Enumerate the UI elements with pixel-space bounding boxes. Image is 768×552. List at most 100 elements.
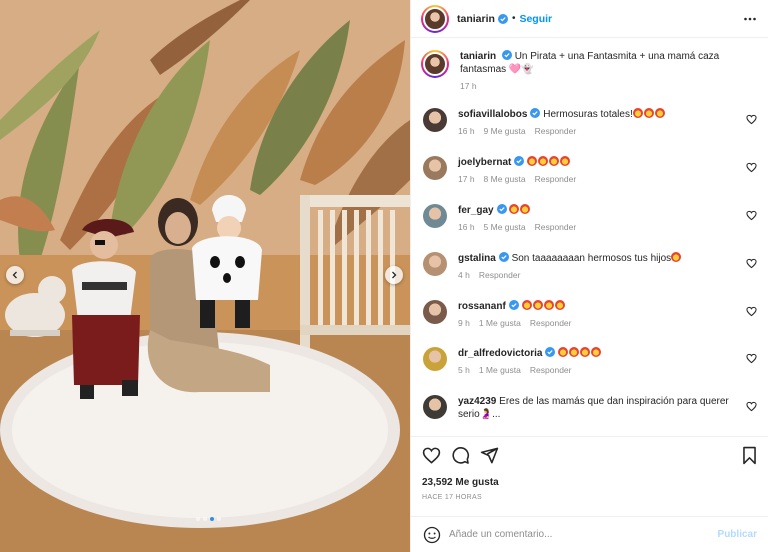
emoji-glyph bbox=[560, 156, 571, 166]
emoji-glyph bbox=[527, 156, 538, 166]
reply-button[interactable]: Responder bbox=[530, 365, 572, 375]
caption-time: 17 h bbox=[460, 81, 477, 91]
emoji-icon[interactable] bbox=[423, 526, 441, 544]
chevron-right-icon bbox=[392, 271, 397, 279]
emoji-glyph bbox=[558, 347, 569, 357]
verified-badge-icon bbox=[530, 108, 541, 118]
next-photo-button[interactable] bbox=[385, 266, 403, 284]
emoji-glyph bbox=[632, 108, 643, 118]
emoji-glyph bbox=[520, 204, 531, 214]
publish-button[interactable]: Publicar bbox=[718, 529, 757, 540]
commenter-username[interactable]: dr_alfredovictoria bbox=[458, 348, 542, 359]
carousel-dot bbox=[196, 517, 200, 521]
post-header: taniarin • Seguir bbox=[411, 0, 768, 38]
post-side-panel: taniarin • Seguir taniarin Un Pirata + u… bbox=[410, 0, 768, 552]
commenter-username[interactable]: fer_gay bbox=[458, 205, 494, 216]
comment-input[interactable] bbox=[449, 529, 699, 540]
previous-photo-button[interactable] bbox=[6, 266, 24, 284]
posted-time: HACE 17 HORAS bbox=[422, 494, 482, 501]
more-horizontal-icon[interactable] bbox=[743, 12, 757, 26]
carousel-dot bbox=[217, 517, 221, 521]
emoji-glyph bbox=[509, 204, 520, 214]
comment-meta: 16 h 5 Me gusta Responder bbox=[458, 221, 738, 234]
comment-heart-icon[interactable] bbox=[746, 114, 757, 125]
post-caption: taniarin Un Pirata + una Fantasmita + un… bbox=[421, 50, 761, 93]
commenter-avatar[interactable] bbox=[423, 204, 447, 228]
carousel-dot-active bbox=[210, 517, 214, 521]
comment-icon[interactable] bbox=[451, 446, 470, 465]
commenter-username[interactable]: joelybernat bbox=[458, 157, 511, 168]
comment-text: Hermosuras totales! bbox=[543, 109, 633, 120]
emoji-glyph bbox=[538, 156, 549, 166]
reply-button[interactable]: Responder bbox=[530, 318, 572, 328]
comment-heart-icon[interactable] bbox=[746, 258, 757, 269]
separator: • bbox=[511, 13, 516, 24]
emoji-glyph bbox=[671, 252, 682, 262]
caption-text: Un Pirata + una Fantasmita + una mamá ca… bbox=[460, 51, 720, 75]
commenter-username[interactable]: rossananf bbox=[458, 301, 506, 312]
comment-heart-icon[interactable] bbox=[746, 353, 757, 364]
commenter-avatar[interactable] bbox=[423, 108, 447, 132]
emoji-glyph bbox=[549, 156, 560, 166]
emoji-glyph bbox=[532, 300, 543, 310]
author-avatar[interactable] bbox=[421, 4, 449, 33]
comment-like-count[interactable]: 5 Me gusta bbox=[484, 222, 526, 232]
commenter-username[interactable]: sofiavillalobos bbox=[458, 109, 527, 120]
share-icon[interactable] bbox=[480, 446, 499, 465]
comment-item: yaz4239 Eres de las mamás que dan inspir… bbox=[423, 395, 763, 425]
comment-time: 9 h bbox=[458, 318, 470, 328]
commenter-avatar[interactable] bbox=[423, 156, 447, 180]
comment-heart-icon[interactable] bbox=[746, 306, 757, 317]
comment-like-count[interactable]: 9 Me gusta bbox=[484, 126, 526, 136]
comment-time: 17 h bbox=[458, 174, 475, 184]
emoji-glyph bbox=[569, 347, 580, 357]
verified-badge-icon bbox=[501, 50, 512, 60]
commenter-avatar[interactable] bbox=[423, 347, 447, 371]
verified-badge-icon bbox=[496, 204, 507, 214]
emoji-glyph bbox=[591, 347, 602, 357]
bookmark-icon[interactable] bbox=[741, 446, 758, 465]
chevron-left-icon bbox=[12, 271, 17, 279]
comment-item: gstalina Son taaaaaaaan hermosos tus hij… bbox=[423, 252, 763, 282]
author-username[interactable]: taniarin bbox=[457, 13, 495, 25]
commenter-username[interactable]: gstalina bbox=[458, 253, 496, 264]
reply-button[interactable]: Responder bbox=[535, 126, 577, 136]
comment-meta: 17 h 8 Me gusta Responder bbox=[458, 173, 738, 186]
verified-badge-icon bbox=[545, 347, 556, 357]
comment-text: Eres de las mamás que dan inspiración pa… bbox=[458, 396, 729, 420]
comment-meta: 9 h 1 Me gusta Responder bbox=[458, 317, 738, 330]
commenter-avatar[interactable] bbox=[423, 300, 447, 324]
verified-badge-icon bbox=[498, 252, 509, 262]
carousel-dot bbox=[203, 517, 207, 521]
comment-time: 4 h bbox=[458, 270, 470, 280]
comment-item: dr_alfredovictoria 5 h 1 Me gusta Responde… bbox=[423, 347, 763, 377]
post-actions: 23,592 Me gusta HACE 17 HORAS bbox=[411, 436, 768, 516]
caption-avatar[interactable] bbox=[421, 50, 449, 78]
reply-button[interactable]: Responder bbox=[535, 174, 577, 184]
commenter-avatar[interactable] bbox=[423, 395, 447, 419]
commenter-avatar[interactable] bbox=[423, 252, 447, 276]
comment-like-count[interactable]: 8 Me gusta bbox=[484, 174, 526, 184]
post-photo[interactable] bbox=[0, 0, 410, 552]
comment-meta: 5 h 1 Me gusta Responder bbox=[458, 364, 738, 377]
comment-heart-icon[interactable] bbox=[746, 162, 757, 173]
carousel-dots bbox=[196, 517, 221, 521]
caption-username[interactable]: taniarin bbox=[460, 51, 496, 62]
commenter-username[interactable]: yaz4239 bbox=[458, 396, 496, 407]
comment-time: 16 h bbox=[458, 222, 475, 232]
like-count[interactable]: 23,592 Me gusta bbox=[422, 477, 499, 488]
reply-button[interactable]: Responder bbox=[535, 222, 577, 232]
comment-item: sofiavillalobos Hermosuras totales! 16 h 9… bbox=[423, 108, 763, 138]
emoji-glyph bbox=[554, 300, 565, 310]
verified-badge-icon bbox=[514, 156, 525, 166]
comment-heart-icon[interactable] bbox=[746, 210, 757, 221]
comment-like-count[interactable]: 1 Me gusta bbox=[479, 365, 521, 375]
reply-button[interactable]: Responder bbox=[479, 270, 521, 280]
follow-button[interactable]: Seguir bbox=[519, 13, 552, 25]
comments-list[interactable]: taniarin Un Pirata + una Fantasmita + un… bbox=[411, 40, 768, 434]
heart-icon[interactable] bbox=[422, 446, 441, 465]
comment-heart-icon[interactable] bbox=[746, 401, 757, 412]
comment-like-count[interactable]: 1 Me gusta bbox=[479, 318, 521, 328]
comment-meta: 16 h 9 Me gusta Responder bbox=[458, 125, 738, 138]
comment-item: rossananf 9 h 1 Me gusta Responder bbox=[423, 300, 763, 330]
